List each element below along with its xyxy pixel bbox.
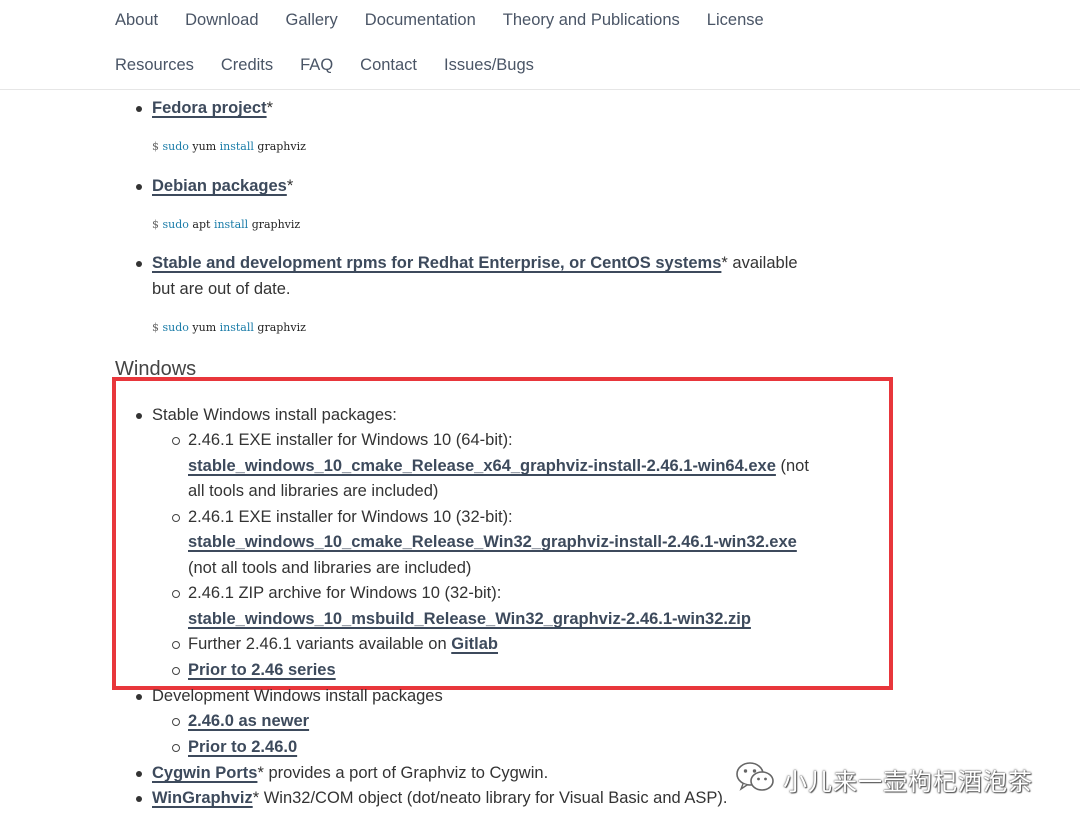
cmd-prompt: $: [152, 321, 159, 334]
nav-documentation[interactable]: Documentation: [365, 11, 476, 30]
rpms-link[interactable]: Stable and development rpms for Redhat E…: [152, 254, 721, 272]
cmd-manager: yum: [192, 321, 217, 334]
watermark: 小儿来一壶枸杞酒泡茶: [735, 760, 1033, 799]
dev-prior-link[interactable]: Prior to 2.46.0: [188, 738, 297, 756]
list-item-fedora: Fedora project*: [152, 96, 273, 121]
dev-item-1: 2.46.0 as newer: [188, 709, 309, 734]
cmd-package: graphviz: [257, 321, 306, 334]
wingraphviz-link[interactable]: WinGraphviz: [152, 789, 253, 807]
cmd-manager: yum: [192, 140, 217, 153]
cmd-manager: apt: [192, 218, 211, 231]
debian-suffix: *: [286, 177, 294, 195]
list-bullet: [136, 771, 142, 777]
cmd-prompt: $: [152, 218, 159, 231]
debian-command: $ sudo apt install graphviz: [152, 218, 300, 231]
nav-resources[interactable]: Resources: [115, 56, 194, 75]
nav-contact[interactable]: Contact: [360, 56, 417, 75]
cmd-prompt: $: [152, 140, 159, 153]
highlight-box: [112, 377, 893, 690]
list-bullet: [136, 106, 142, 112]
cmd-install: install: [213, 218, 249, 231]
wingraphviz-item: WinGraphviz* Win32/COM object (dot/neato…: [152, 786, 727, 811]
nav-faq[interactable]: FAQ: [300, 56, 333, 75]
fedora-suffix: *: [266, 99, 274, 117]
list-bullet: [136, 694, 142, 700]
sub-bullet: [172, 718, 180, 726]
sub-bullet: [172, 744, 180, 752]
debian-link[interactable]: Debian packages: [152, 177, 287, 195]
nav-gallery[interactable]: Gallery: [286, 11, 338, 30]
cygwin-item: Cygwin Ports* provides a port of Graphvi…: [152, 761, 548, 786]
rpms-line-2: but are out of date.: [152, 280, 291, 298]
dev-item-2: Prior to 2.46.0: [188, 735, 297, 760]
fedora-link[interactable]: Fedora project: [152, 99, 267, 117]
list-item-debian: Debian packages*: [152, 174, 293, 199]
nav-credits[interactable]: Credits: [221, 56, 273, 75]
cmd-install: install: [219, 140, 254, 153]
wingraphviz-text: * Win32/COM object (dot/neato library fo…: [252, 789, 728, 807]
nav-download[interactable]: Download: [185, 11, 258, 30]
rpms-suffix: * available: [721, 254, 798, 272]
cmd-sudo: sudo: [162, 140, 189, 153]
nav-issues-bugs[interactable]: Issues/Bugs: [444, 56, 534, 75]
top-navigation: About Download Gallery Documentation The…: [0, 0, 1080, 90]
nav-theory-publications[interactable]: Theory and Publications: [503, 11, 680, 30]
cygwin-text: * provides a port of Graphviz to Cygwin.: [257, 764, 549, 782]
dev-2-46-0-link[interactable]: 2.46.0 as newer: [188, 712, 309, 730]
cygwin-link[interactable]: Cygwin Ports: [152, 764, 257, 782]
nav-about[interactable]: About: [115, 11, 158, 30]
wechat-icon: [735, 760, 775, 799]
cmd-sudo: sudo: [162, 321, 189, 334]
list-item-rpms: Stable and development rpms for Redhat E…: [152, 251, 798, 276]
dev-windows-label: Development Windows install packages: [152, 687, 443, 705]
fedora-command: $ sudo yum install graphviz: [152, 140, 306, 153]
cmd-package: graphviz: [257, 140, 306, 153]
cmd-install: install: [219, 321, 254, 334]
cmd-package: graphviz: [251, 218, 301, 231]
nav-row-1: About Download Gallery Documentation The…: [115, 11, 791, 30]
rpms-command: $ sudo yum install graphviz: [152, 321, 306, 334]
cmd-sudo: sudo: [162, 218, 189, 231]
list-bullet: [136, 796, 142, 802]
list-bullet: [136, 261, 142, 267]
watermark-text: 小儿来一壶枸杞酒泡茶: [783, 768, 1033, 796]
list-bullet: [136, 184, 142, 190]
nav-row-2: Resources Credits FAQ Contact Issues/Bug…: [115, 56, 561, 75]
nav-license[interactable]: License: [707, 11, 764, 30]
